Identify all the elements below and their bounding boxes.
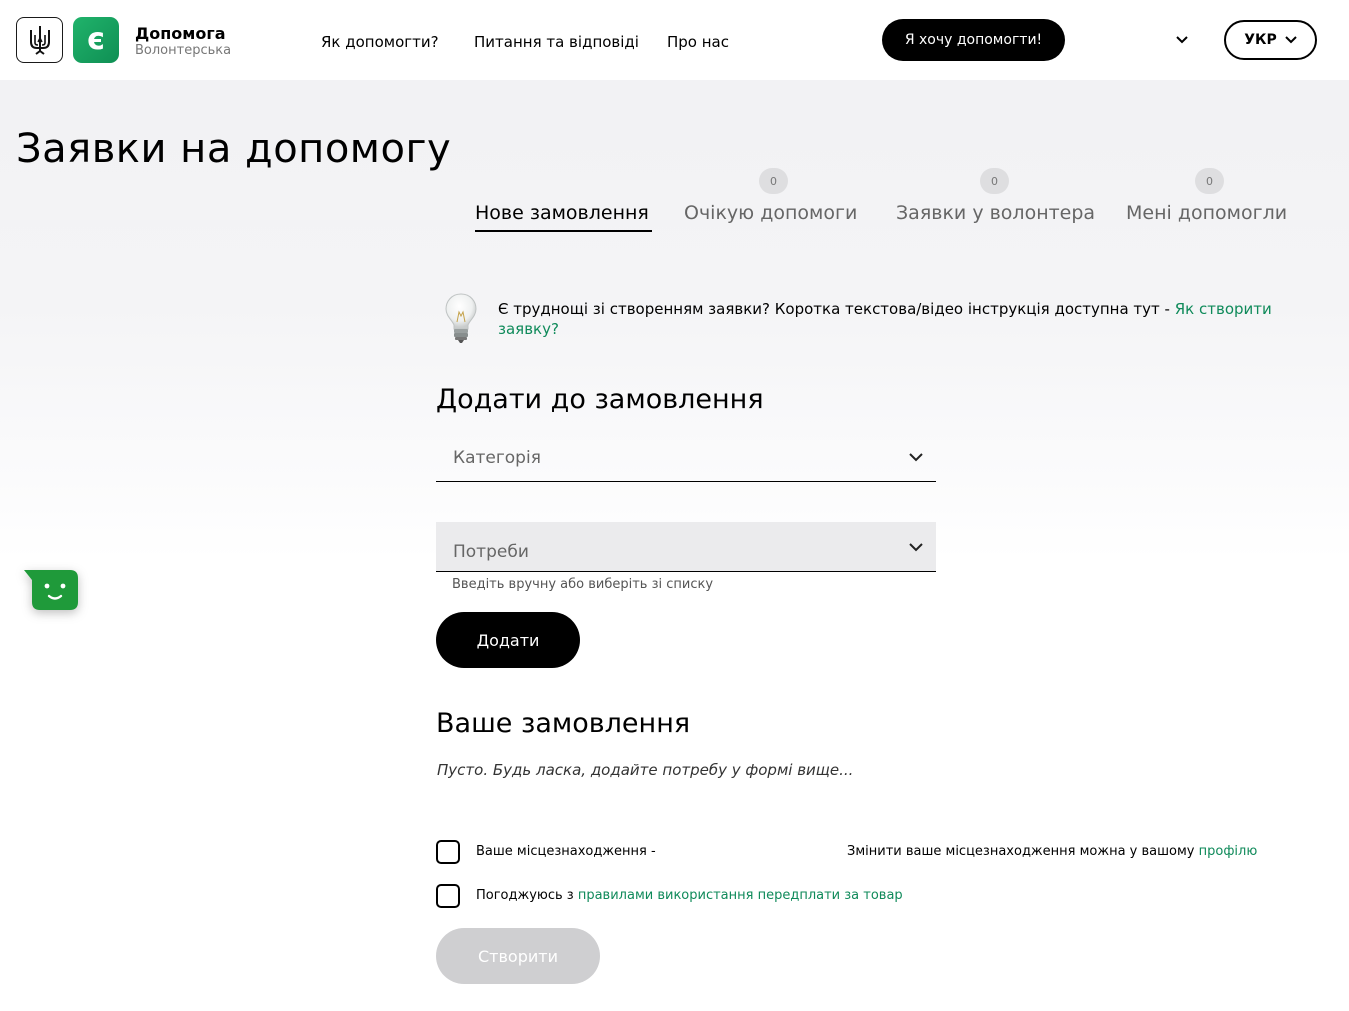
want-to-help-button[interactable]: Я хочу допомогти!	[882, 19, 1065, 61]
tab-waiting-help[interactable]: Очікую допомоги	[684, 200, 857, 226]
chat-bot-icon[interactable]	[24, 570, 78, 610]
trident-icon[interactable]	[16, 17, 63, 63]
needs-helper-text: Введіть вручну або виберіть зі списку	[452, 577, 714, 592]
instruction-hint: Є труднощі зі створенням заявки? Коротка…	[498, 299, 1288, 339]
terms-link[interactable]: правилами використання передплати за тов…	[578, 888, 903, 903]
diia-logo-icon[interactable]: є	[73, 17, 119, 63]
tab-count-badge: 0	[980, 168, 1009, 194]
tab-new-order[interactable]: Нове замовлення	[475, 200, 649, 226]
category-placeholder: Категорія	[453, 448, 541, 468]
location-checkbox[interactable]	[436, 840, 460, 864]
tab-helped[interactable]: Мені допомогли	[1126, 200, 1287, 226]
needs-placeholder: Потреби	[453, 542, 529, 562]
brand-subtitle: Волонтерська	[135, 43, 232, 58]
category-select[interactable]: Категорія	[436, 432, 936, 482]
needs-select-input[interactable]: Потреби	[436, 522, 936, 572]
active-tab-indicator	[475, 230, 652, 232]
tab-count-badge: 0	[759, 168, 788, 194]
chevron-down-icon	[909, 453, 923, 462]
nav-link-about[interactable]: Про нас	[667, 33, 729, 51]
hint-text: Є труднощі зі створенням заявки? Коротка…	[498, 300, 1175, 318]
tab-count-badge: 0	[1195, 168, 1224, 194]
your-order-title: Ваше замовлення	[436, 708, 691, 739]
trident-svg	[29, 26, 50, 55]
agree-text: Погоджуюсь з	[476, 888, 578, 903]
language-label: УКР	[1244, 32, 1277, 48]
add-to-order-title: Додати до замовлення	[436, 384, 764, 415]
nav-link-faq[interactable]: Питання та відповіді	[474, 33, 639, 51]
tab-volunteer-requests[interactable]: Заявки у волонтера	[896, 200, 1095, 226]
brand-title[interactable]: Допомога	[135, 25, 226, 43]
location-change-note: Змінити ваше місцезнаходження можна у ва…	[847, 843, 1257, 861]
chevron-down-icon	[1285, 36, 1297, 44]
profile-link[interactable]: профілю	[1199, 844, 1258, 859]
agree-terms-label: Погоджуюсь з правилами використання пере…	[476, 887, 903, 905]
agree-terms-checkbox[interactable]	[436, 884, 460, 908]
create-button[interactable]: Створити	[436, 928, 600, 984]
user-menu-chevron-icon[interactable]	[1174, 33, 1190, 47]
top-header: є Допомога Волонтерська Як допомогти? Пи…	[0, 0, 1349, 80]
empty-order-note: Пусто. Будь ласка, додайте потребу у фор…	[437, 761, 854, 779]
nav-link-how-to-help[interactable]: Як допомогти?	[321, 33, 439, 51]
location-change-text: Змінити ваше місцезнаходження можна у ва…	[847, 844, 1199, 859]
language-selector[interactable]: УКР	[1224, 20, 1317, 60]
page-title: Заявки на допомогу	[16, 126, 452, 172]
logo-letter: є	[87, 22, 105, 57]
add-button[interactable]: Додати	[436, 612, 580, 668]
lightbulb-icon	[443, 292, 479, 344]
chevron-down-icon	[909, 543, 923, 552]
location-label: Ваше місцезнаходження -	[476, 844, 656, 859]
